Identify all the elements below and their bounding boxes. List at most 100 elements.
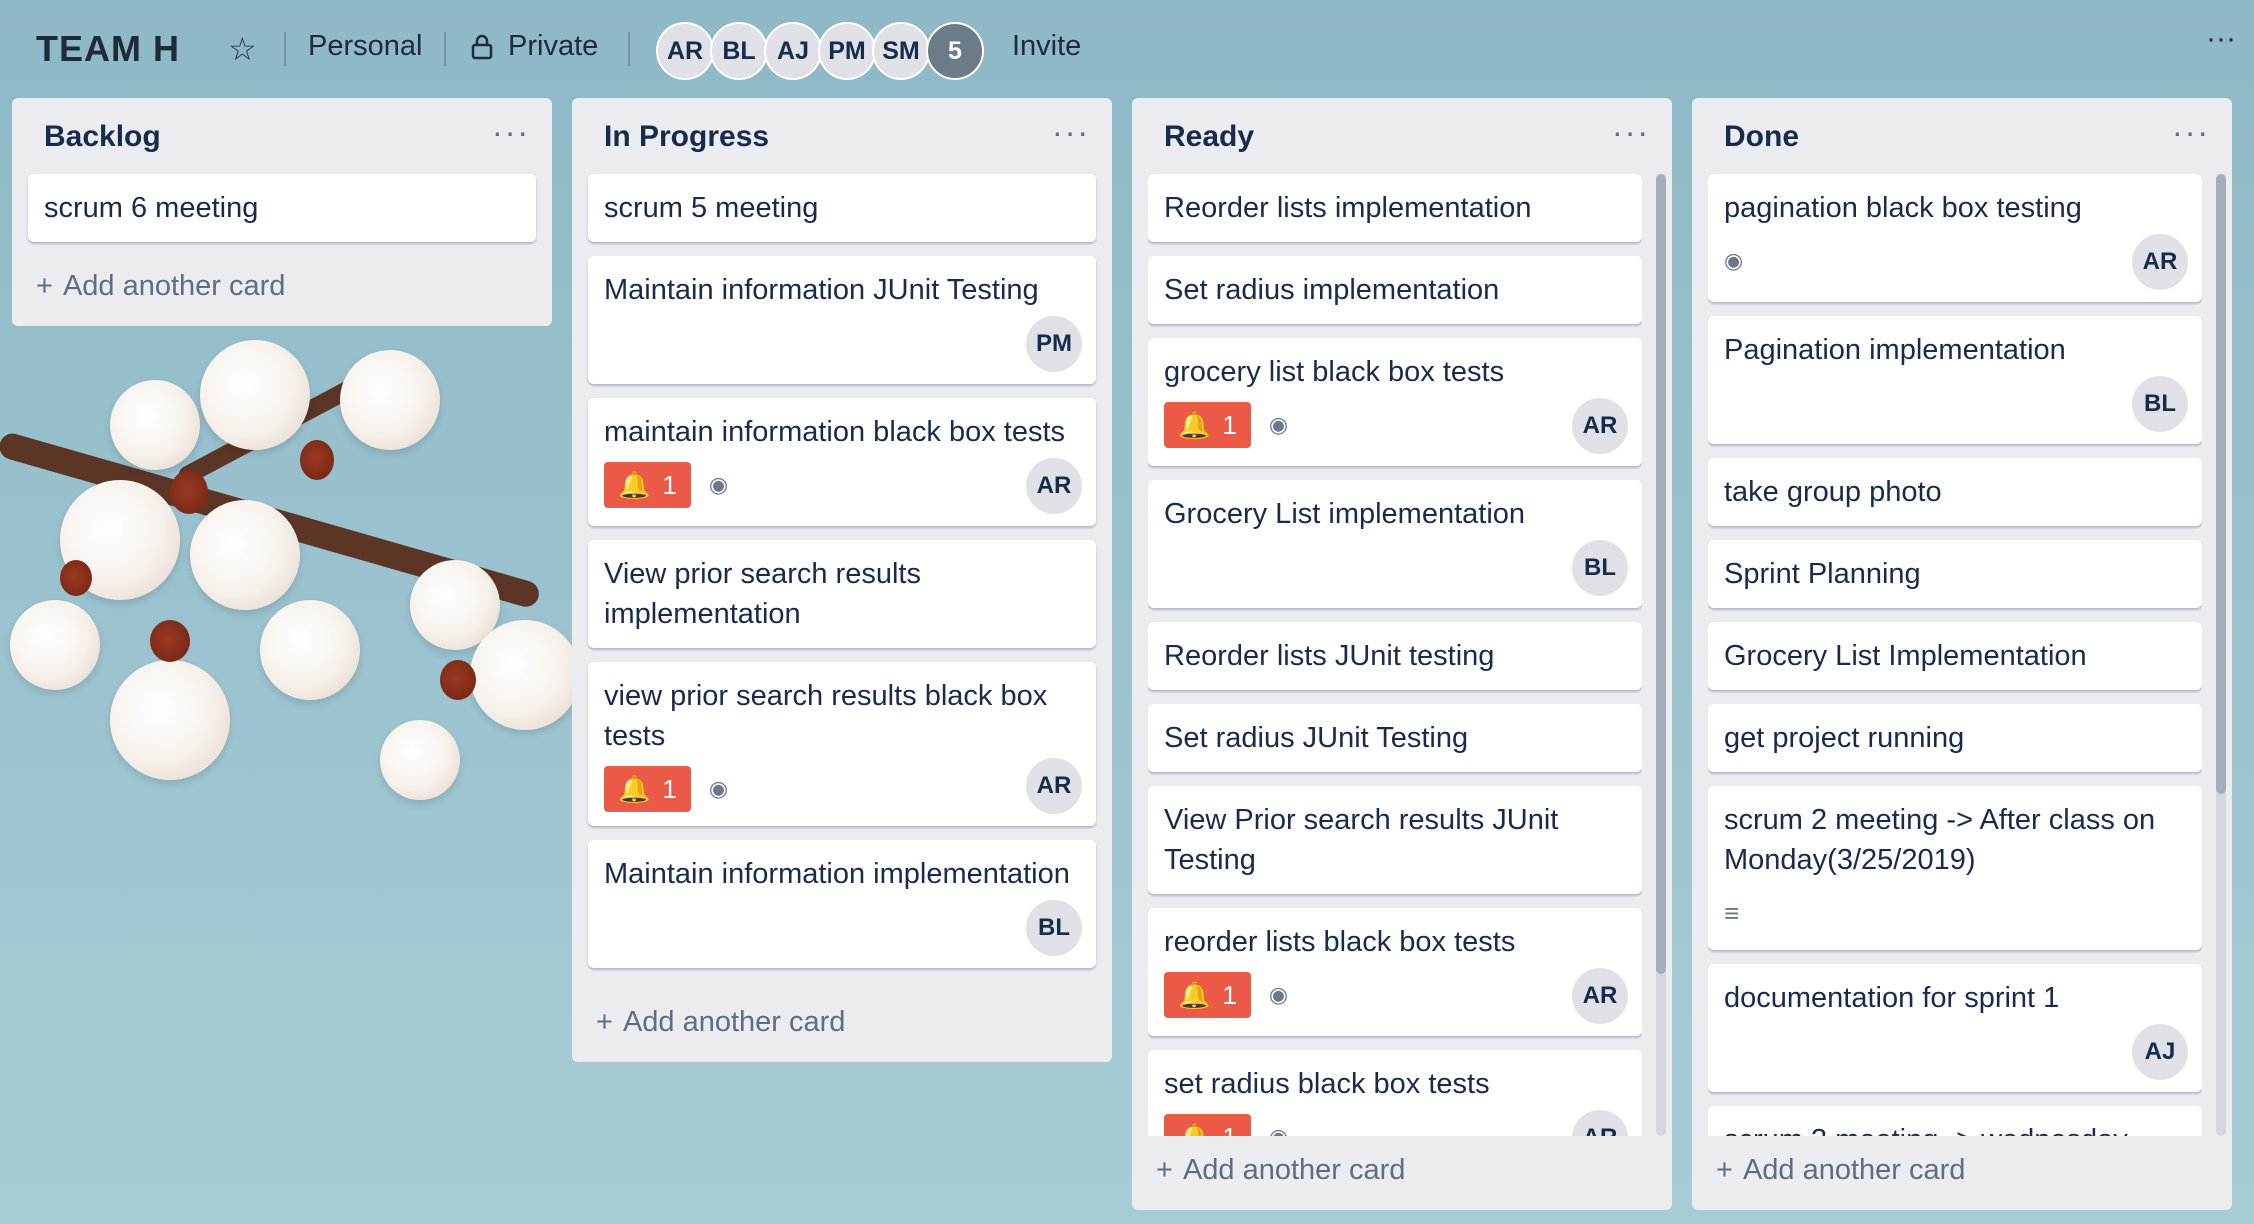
card[interactable]: Grocery List implementation BL: [1148, 480, 1642, 608]
card[interactable]: View prior search results implementation: [588, 540, 1096, 648]
list-title[interactable]: In Progress: [604, 120, 769, 154]
card-list: Reorder lists implementation Set radius …: [1148, 174, 1642, 1136]
card-title: View Prior search results JUnit Testing: [1164, 804, 1559, 876]
card-member-avatar[interactable]: AR: [1572, 968, 1628, 1024]
card-title: scrum 6 meeting: [44, 192, 259, 224]
member-avatar[interactable]: AJ: [764, 22, 822, 80]
team-button[interactable]: Personal: [308, 30, 422, 63]
due-count: 1: [1222, 1122, 1236, 1137]
member-avatar[interactable]: PM: [818, 22, 876, 80]
visibility-button[interactable]: Private: [470, 30, 598, 63]
add-card-button[interactable]: + Add another card: [596, 1006, 845, 1039]
card-title: reorder lists black box tests: [1164, 926, 1516, 958]
card[interactable]: Pagination implementation BL: [1708, 316, 2202, 444]
list-menu-button[interactable]: ···: [2172, 114, 2210, 151]
member-avatar[interactable]: AR: [656, 22, 714, 80]
add-card-button[interactable]: + Add another card: [36, 270, 285, 303]
star-button[interactable]: ☆: [228, 30, 257, 68]
eye-icon: ◉: [1268, 982, 1289, 1007]
list-ready: Ready ··· Reorder lists implementation S…: [1132, 98, 1672, 1210]
list-scrollbar[interactable]: [1656, 174, 1666, 1136]
card[interactable]: scrum 6 meeting: [28, 174, 536, 242]
card[interactable]: maintain information black box tests 🔔 1 …: [588, 398, 1096, 526]
add-card-label: Add another card: [622, 1006, 846, 1038]
card[interactable]: Maintain information JUnit Testing PM: [588, 256, 1096, 384]
member-overflow-count[interactable]: 5: [926, 22, 984, 80]
invite-button[interactable]: Invite: [1012, 30, 1081, 63]
card-title: Sprint Planning: [1724, 558, 1921, 590]
list-title[interactable]: Done: [1724, 120, 1799, 154]
card-title: scrum 5 meeting: [604, 192, 819, 224]
card-member-avatar[interactable]: AR: [1026, 458, 1082, 514]
card-member-avatar[interactable]: AR: [2132, 234, 2188, 290]
card-member-avatar[interactable]: BL: [2132, 376, 2188, 432]
due-badge: 🔔1: [604, 766, 691, 812]
add-card-button[interactable]: + Add another card: [1716, 1154, 1965, 1187]
member-avatar[interactable]: BL: [710, 22, 768, 80]
card-member-avatar[interactable]: BL: [1026, 900, 1082, 956]
scrollbar-thumb[interactable]: [2216, 174, 2226, 794]
card[interactable]: view prior search results black box test…: [588, 662, 1096, 826]
board-menu-button[interactable]: ···: [2206, 22, 2236, 56]
card-title: set radius black box tests: [1164, 1068, 1490, 1100]
board-title[interactable]: TEAM H: [36, 28, 180, 70]
card-list: scrum 6 meeting: [28, 174, 536, 256]
card[interactable]: Set radius implementation: [1148, 256, 1642, 324]
card[interactable]: grocery list black box tests 🔔 1 ◉ AR: [1148, 338, 1642, 466]
card[interactable]: pagination black box testing ◉ AR: [1708, 174, 2202, 302]
member-avatar[interactable]: SM: [872, 22, 930, 80]
eye-icon: ◉: [1269, 1124, 1288, 1136]
list-backlog: Backlog ··· scrum 6 meeting + Add another…: [12, 98, 552, 326]
card[interactable]: Maintain information implementation BL: [588, 840, 1096, 968]
plus-icon: +: [1156, 1154, 1173, 1186]
card[interactable]: reorder lists black box tests 🔔 1 ◉ AR: [1148, 908, 1642, 1036]
due-badge: 🔔1: [1164, 972, 1251, 1018]
card[interactable]: scrum 3 meeting -> wednesday: [1708, 1106, 2202, 1136]
eye-icon: ◉: [708, 472, 729, 497]
bell-icon: 🔔: [618, 773, 651, 804]
list-title[interactable]: Backlog: [44, 120, 161, 154]
due-count: 1: [662, 469, 677, 500]
plus-icon: +: [596, 1006, 613, 1038]
invite-label: Invite: [1012, 30, 1082, 62]
team-label: Personal: [308, 30, 423, 62]
card-member-avatar[interactable]: AJ: [2132, 1024, 2188, 1080]
card[interactable]: Set radius JUnit Testing: [1148, 704, 1642, 772]
scrollbar-thumb[interactable]: [1656, 174, 1666, 974]
card-member-avatar[interactable]: PM: [1026, 316, 1082, 372]
due-count: 1: [1222, 409, 1237, 440]
card[interactable]: take group photo: [1708, 458, 2202, 526]
list-menu-button[interactable]: ···: [492, 114, 530, 151]
list-menu-button[interactable]: ···: [1052, 114, 1090, 151]
card[interactable]: scrum 2 meeting -> After class on Monday…: [1708, 786, 2202, 950]
due-badge: 🔔1: [604, 462, 691, 508]
plus-icon: +: [1716, 1154, 1733, 1186]
card[interactable]: get project running: [1708, 704, 2202, 772]
card[interactable]: documentation for sprint 1 AJ: [1708, 964, 2202, 1092]
card-title: Grocery List Implementation: [1724, 640, 2087, 672]
card[interactable]: Reorder lists JUnit testing: [1148, 622, 1642, 690]
card-title: Set radius implementation: [1164, 274, 1500, 306]
list-title[interactable]: Ready: [1164, 120, 1254, 154]
card-title: take group photo: [1724, 476, 1942, 508]
card-member-avatar[interactable]: AR: [1572, 398, 1628, 454]
card-title: Maintain information JUnit Testing: [604, 274, 1039, 306]
add-card-label: Add another card: [62, 270, 286, 302]
card-badges: 🔔1 ◉: [1164, 402, 1626, 448]
list-scrollbar[interactable]: [2216, 174, 2226, 1136]
add-card-label: Add another card: [1742, 1154, 1966, 1186]
card-member-avatar[interactable]: BL: [1572, 540, 1628, 596]
card[interactable]: set radius black box tests 🔔1 ◉ AR: [1148, 1050, 1642, 1136]
list-menu-button[interactable]: ···: [1612, 114, 1650, 151]
card[interactable]: Grocery List Implementation: [1708, 622, 2202, 690]
add-card-button[interactable]: + Add another card: [1156, 1154, 1405, 1187]
card-member-avatar[interactable]: AR: [1026, 758, 1082, 814]
card-badges: 🔔1 ◉: [1164, 1114, 1626, 1136]
card[interactable]: Sprint Planning: [1708, 540, 2202, 608]
due-count: 1: [662, 773, 677, 804]
card[interactable]: View Prior search results JUnit Testing: [1148, 786, 1642, 894]
header-divider: [444, 32, 446, 66]
card-title: View prior search results implementation: [604, 558, 921, 630]
card[interactable]: scrum 5 meeting: [588, 174, 1096, 242]
card[interactable]: Reorder lists implementation: [1148, 174, 1642, 242]
